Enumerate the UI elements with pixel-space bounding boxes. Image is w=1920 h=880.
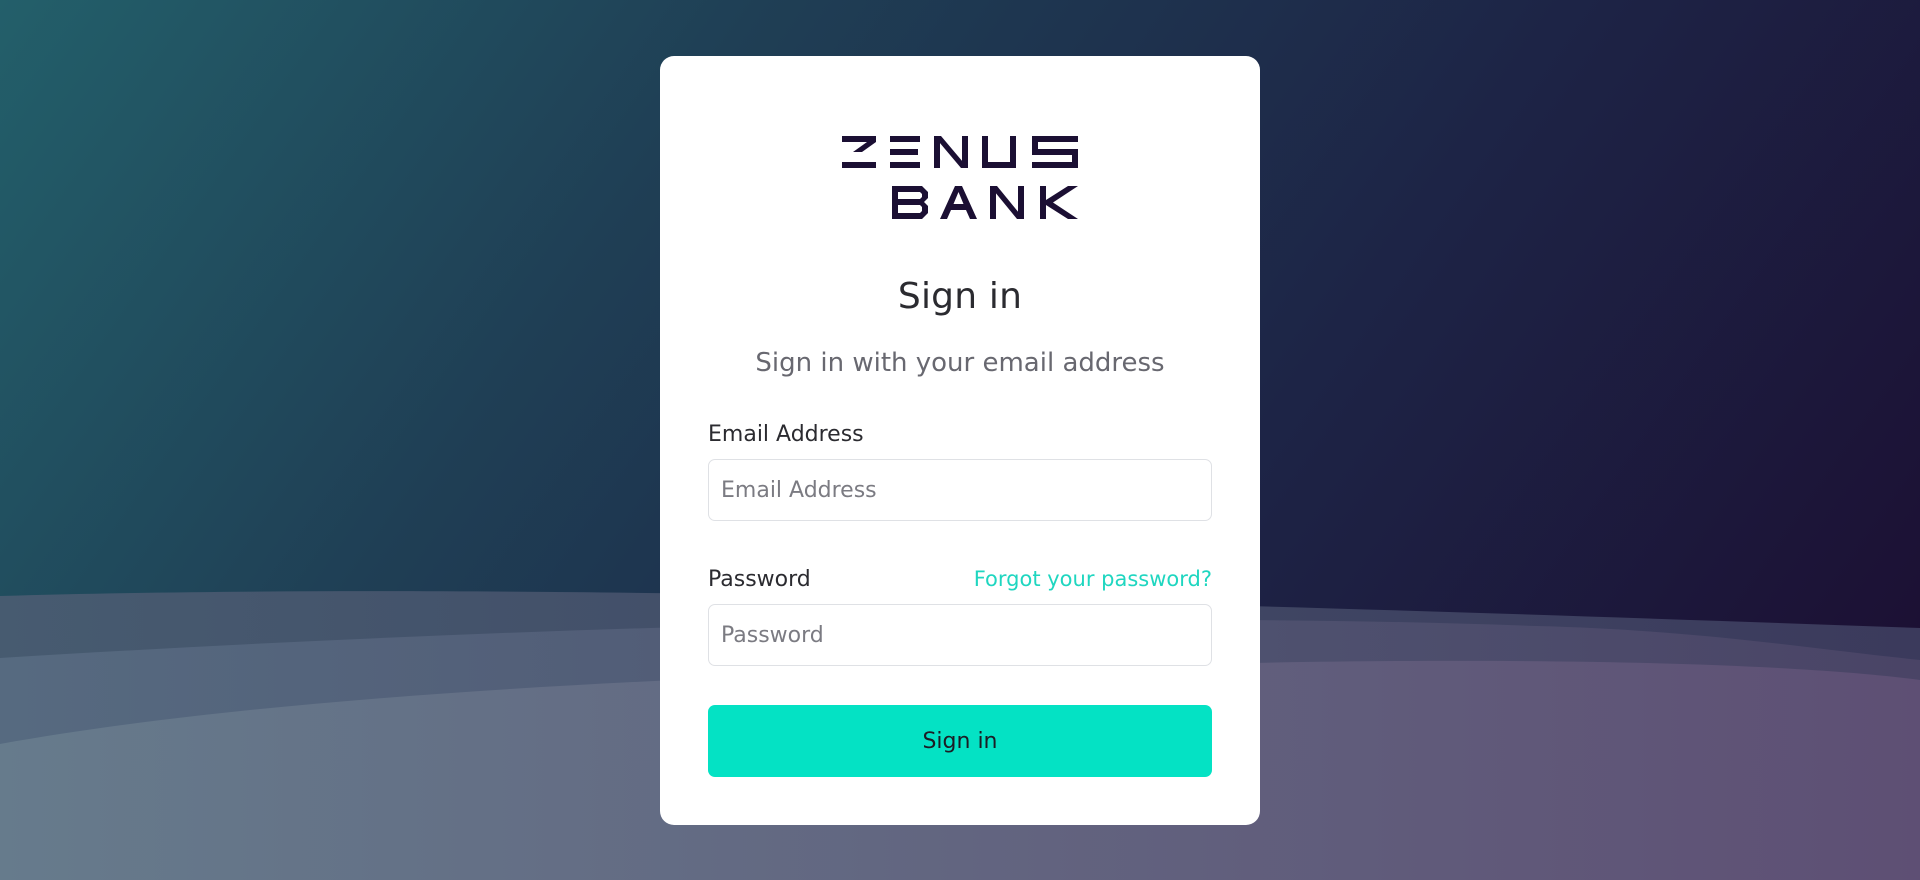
signin-card: Sign in Sign in with your email address … bbox=[660, 56, 1260, 825]
page-subtitle: Sign in with your email address bbox=[755, 348, 1165, 378]
page-title: Sign in bbox=[897, 276, 1023, 317]
email-label: Email Address bbox=[708, 422, 864, 447]
zenus-bank-logo bbox=[842, 136, 1078, 219]
logo-line-2 bbox=[892, 186, 1078, 219]
password-label: Password bbox=[708, 567, 811, 592]
forgot-password-link[interactable]: Forgot your password? bbox=[974, 567, 1212, 591]
password-field[interactable] bbox=[708, 604, 1212, 666]
sign-in-button[interactable]: Sign in bbox=[708, 705, 1212, 777]
email-field[interactable] bbox=[708, 459, 1212, 521]
logo-line-1 bbox=[842, 136, 1078, 168]
